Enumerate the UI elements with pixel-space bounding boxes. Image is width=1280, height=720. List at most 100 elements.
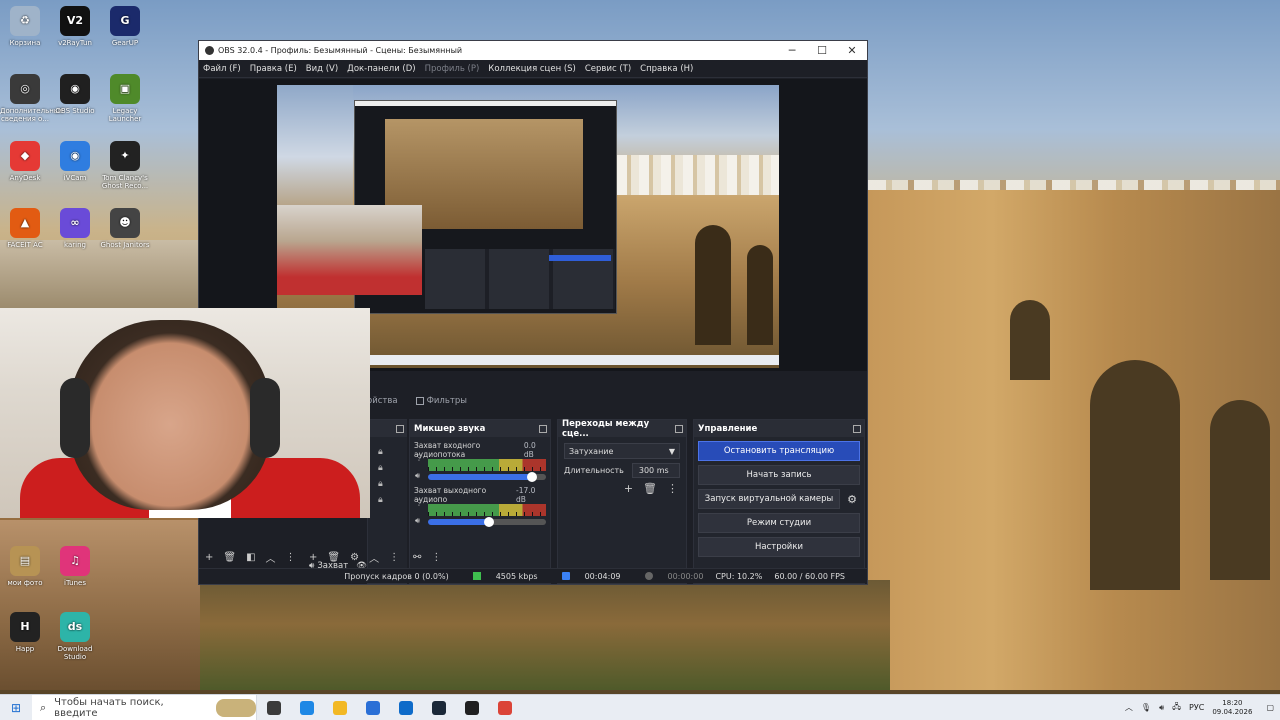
desktop-icon[interactable]: ▣ Legacy Launcher xyxy=(100,74,150,123)
filters-tab[interactable]: Фильтры xyxy=(415,396,467,406)
lock-icon[interactable]: 🔒︎ xyxy=(378,479,407,489)
desktop-icon-label: FACEIT AC xyxy=(7,241,43,249)
chevron-up-icon[interactable]: ︿ xyxy=(1125,702,1133,713)
desktop-icon[interactable]: ♻ Корзина xyxy=(0,6,50,47)
clock[interactable]: 18:20 09.04.2026 xyxy=(1212,699,1252,717)
app-icon: ▤ xyxy=(10,546,40,576)
desktop-icon[interactable]: ▲ FACEIT AC xyxy=(0,208,50,249)
menu-item[interactable]: Правка (E) xyxy=(250,64,297,74)
more-icon[interactable]: ⋮ xyxy=(415,453,423,462)
desktop-icon[interactable]: G GearUP xyxy=(100,6,150,47)
meter-scale xyxy=(428,512,546,516)
add-icon[interactable]: + xyxy=(309,552,317,563)
start-record-button[interactable]: Начать запись xyxy=(698,465,860,485)
desktop-icon[interactable]: ▤ мои фото xyxy=(0,546,50,587)
more-icon[interactable]: ⋮ xyxy=(431,552,441,563)
app-icon: ∞ xyxy=(60,208,90,238)
language-indicator[interactable]: РУС xyxy=(1189,703,1204,712)
gear-icon[interactable]: ⚙ xyxy=(844,493,860,506)
webcam-headset xyxy=(250,378,280,458)
title-bar[interactable]: OBS 32.0.4 - Профиль: Безымянный - Сцены… xyxy=(199,41,867,60)
volume-fader[interactable] xyxy=(428,517,546,527)
preview-arch xyxy=(747,245,773,345)
lock-icon[interactable]: 🔒︎ xyxy=(378,495,407,505)
menu-item[interactable]: Справка (H) xyxy=(640,64,693,74)
stop-stream-button[interactable]: Остановить трансляцию xyxy=(698,441,860,461)
outlook-icon[interactable] xyxy=(389,695,422,720)
desktop-icon[interactable]: ◆ AnyDesk xyxy=(0,141,50,182)
desktop-icon[interactable]: ✦ Tom Clancy's Ghost Reco... xyxy=(100,141,150,190)
close-button[interactable]: ✕ xyxy=(837,44,867,57)
explorer-icon[interactable] xyxy=(323,695,356,720)
menu-item[interactable]: Коллекция сцен (S) xyxy=(488,64,576,74)
controls-dock-header: Управление xyxy=(694,420,864,437)
settings-button[interactable]: Настройки xyxy=(698,537,860,557)
preview-nested-titlebar xyxy=(355,101,616,106)
speaker-icon[interactable]: 🔊︎ xyxy=(415,471,423,481)
link-icon[interactable]: ⚯ xyxy=(413,552,421,563)
filter-icon[interactable]: ◧ xyxy=(246,552,255,563)
menu-item[interactable]: Док-панели (D) xyxy=(347,64,415,74)
more-icon[interactable]: ⋮ xyxy=(415,498,423,507)
popout-icon[interactable] xyxy=(675,424,683,433)
add-icon[interactable]: + xyxy=(205,552,213,563)
popout-icon[interactable] xyxy=(853,424,861,433)
maximize-button[interactable]: ☐ xyxy=(807,44,837,57)
desktop-icon[interactable]: ◎ Дополнительные сведения о... xyxy=(0,74,64,123)
desktop-icon[interactable]: ☻ Ghost Janitors xyxy=(100,208,150,249)
mixer-channel-db: 0.0 dB xyxy=(523,441,536,459)
gear-icon[interactable]: ⚙ xyxy=(350,552,359,563)
duration-spinbox[interactable]: 300 ms xyxy=(631,463,680,478)
desktop-icon[interactable]: ∞ karing xyxy=(50,208,100,249)
trash-icon[interactable]: 🗑︎ xyxy=(643,482,657,495)
transition-select[interactable]: Затухание ▼ xyxy=(564,443,680,459)
desktop-icon[interactable]: ds Download Studio xyxy=(50,612,100,661)
trash-icon[interactable]: 🗑︎ xyxy=(327,552,340,563)
move-up-icon[interactable]: ︿ xyxy=(369,550,379,565)
fader-knob[interactable] xyxy=(484,517,495,527)
desktop-icon[interactable]: ◉ OBS Studio xyxy=(50,74,100,115)
menu-item[interactable]: Сервис (T) xyxy=(585,64,631,74)
fader-knob[interactable] xyxy=(526,472,537,482)
network-icon[interactable]: 🖧︎ xyxy=(1172,701,1181,715)
speaker-icon[interactable]: 🔊︎ xyxy=(415,516,423,526)
mixer-channel: Захват выходного аудиопо -17.0 dB ⋮ 🔊︎ xyxy=(410,482,550,527)
minimize-button[interactable]: ─ xyxy=(777,44,807,57)
virtual-camera-button[interactable]: Запуск виртуальной камеры xyxy=(698,489,840,509)
chrome-icon[interactable] xyxy=(488,695,521,720)
desktop-icon[interactable]: H Happ xyxy=(0,612,50,653)
popout-icon[interactable] xyxy=(539,424,547,433)
move-up-icon[interactable]: ︿ xyxy=(266,550,276,565)
studio-mode-button[interactable]: Режим студии xyxy=(698,513,860,533)
menu-item[interactable]: Профиль (P) xyxy=(425,64,480,74)
popout-icon[interactable] xyxy=(396,424,404,433)
controls-dock: Управление Остановить трансляцию Начать … xyxy=(693,419,865,584)
trash-icon[interactable]: 🗑︎ xyxy=(223,552,236,563)
menu-item[interactable]: Файл (F) xyxy=(203,64,241,74)
explorer-glyph xyxy=(332,700,347,715)
lock-icon[interactable]: 🔒︎ xyxy=(378,463,407,473)
volume-icon[interactable]: 🔊︎ xyxy=(1159,703,1164,713)
task-view-icon[interactable] xyxy=(257,695,290,720)
more-icon[interactable]: ⋮ xyxy=(667,482,678,495)
obs-icon[interactable] xyxy=(455,695,488,720)
edge-icon[interactable] xyxy=(290,695,323,720)
outlook-glyph xyxy=(398,700,413,715)
more-icon[interactable]: ⋮ xyxy=(286,552,296,563)
desktop-icon[interactable]: V2 v2RayTun xyxy=(50,6,100,47)
lock-icon[interactable]: 🔒︎ xyxy=(378,447,407,457)
volume-fader[interactable] xyxy=(428,472,546,482)
obs-logo-icon xyxy=(205,46,214,55)
add-icon[interactable]: + xyxy=(624,482,633,495)
mic-icon[interactable]: 🎙︎ xyxy=(1141,703,1151,712)
desktop-icon[interactable]: ◉ iVCam xyxy=(50,141,100,182)
notifications-icon[interactable]: ▢ xyxy=(1266,703,1274,712)
windows-start-icon[interactable]: ⊞ xyxy=(0,701,32,715)
taskbar-search[interactable]: ⌕ Чтобы начать поиск, введите xyxy=(32,694,257,720)
properties-tab[interactable]: ойства xyxy=(367,396,398,406)
desktop-icon[interactable]: ♫ iTunes xyxy=(50,546,100,587)
store-icon[interactable] xyxy=(356,695,389,720)
steam-icon[interactable] xyxy=(422,695,455,720)
menu-item[interactable]: Вид (V) xyxy=(306,64,338,74)
more-icon[interactable]: ⋮ xyxy=(389,552,399,563)
